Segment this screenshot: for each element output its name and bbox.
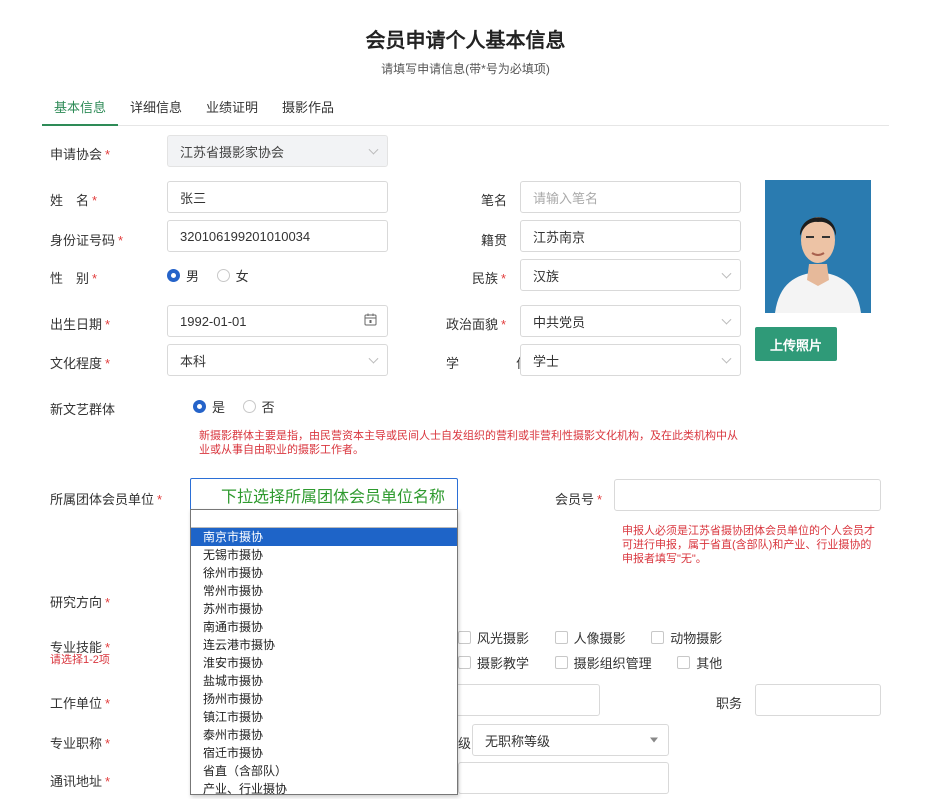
address-input[interactable]	[458, 762, 669, 794]
position-label: 职务	[716, 693, 742, 712]
title-level-label: 级	[458, 733, 471, 752]
gender-radio-group: 男 女	[167, 266, 263, 285]
tab-performance-proof[interactable]: 业绩证明	[194, 100, 270, 124]
skill-other-checkbox[interactable]	[677, 656, 690, 669]
new-art-group-yes-radio[interactable]	[193, 400, 206, 413]
dropdown-option[interactable]: 宿迁市摄协	[191, 744, 457, 762]
calendar-icon[interactable]	[364, 313, 377, 329]
skills-row-1: 风光摄影 人像摄影 动物摄影	[458, 628, 736, 647]
birth-date-label: 出生日期*	[50, 314, 110, 333]
association-select[interactable]: 江苏省摄影家协会	[167, 135, 388, 167]
dropdown-option[interactable]: 常州市摄协	[191, 582, 457, 600]
dropdown-option[interactable]: 南通市摄协	[191, 618, 457, 636]
tab-photo-works[interactable]: 摄影作品	[270, 100, 346, 124]
political-status-label: 政治面貌*	[446, 314, 506, 333]
gender-label: 性 别*	[50, 268, 97, 287]
applicant-photo	[765, 180, 871, 313]
name-input[interactable]: 张三	[167, 181, 388, 213]
dropdown-option[interactable]: 连云港市摄协	[191, 636, 457, 654]
degree-select[interactable]: 学士	[520, 344, 741, 376]
native-place-input[interactable]: 江苏南京	[520, 220, 741, 252]
new-art-group-no-radio[interactable]	[243, 400, 256, 413]
member-no-input[interactable]	[614, 479, 881, 511]
address-label: 通讯地址*	[50, 771, 110, 790]
skills-row-2: 摄影教学 摄影组织管理 其他	[458, 653, 736, 672]
dropdown-option[interactable]: 镇江市摄协	[191, 708, 457, 726]
skill-portrait-checkbox[interactable]	[555, 631, 568, 644]
chevron-down-icon	[369, 145, 379, 155]
skill-animal-checkbox[interactable]	[651, 631, 664, 644]
pen-name-input[interactable]: 请输入笔名	[520, 181, 741, 213]
member-no-label: 会员号*	[555, 489, 602, 508]
dropdown-blank-option[interactable]	[191, 510, 457, 528]
active-tab-indicator	[42, 124, 118, 126]
member-unit-label: 所属团体会员单位*	[50, 489, 162, 508]
id-number-input[interactable]: 320106199201010034	[167, 220, 388, 252]
member-no-note: 申报人必须是江苏省摄协团体会员单位的个人会员才可进行申报，属于省直(含部队)和产…	[622, 524, 880, 566]
chevron-down-icon	[722, 269, 732, 279]
birth-date-input[interactable]: 1992-01-01	[167, 305, 388, 337]
name-label: 姓 名*	[50, 190, 97, 209]
skill-teaching-checkbox[interactable]	[458, 656, 471, 669]
dropdown-option[interactable]: 苏州市摄协	[191, 600, 457, 618]
dropdown-option[interactable]: 省直（含部队）	[191, 762, 457, 780]
tab-detail-info[interactable]: 详细信息	[118, 100, 194, 124]
work-unit-label: 工作单位*	[50, 693, 110, 712]
chevron-down-icon	[722, 354, 732, 364]
upload-photo-button[interactable]: 上传照片	[755, 327, 837, 361]
pen-name-label: 笔名	[481, 190, 507, 209]
id-number-label: 身份证号码*	[50, 230, 123, 249]
dropdown-option[interactable]: 淮安市摄协	[191, 654, 457, 672]
tab-basic-info[interactable]: 基本信息	[42, 100, 118, 124]
tab-divider	[42, 125, 889, 126]
skill-org-mgmt-checkbox[interactable]	[555, 656, 568, 669]
title-label: 专业职称*	[50, 733, 110, 752]
caret-down-icon	[650, 738, 658, 743]
title-level-select[interactable]: 无职称等级	[472, 724, 669, 756]
dropdown-option[interactable]: 产业、行业摄协	[191, 780, 457, 798]
new-art-group-label: 新文艺群体	[50, 399, 115, 418]
dropdown-option[interactable]: 徐州市摄协	[191, 564, 457, 582]
dropdown-option[interactable]: 无锡市摄协	[191, 546, 457, 564]
research-label: 研究方向*	[50, 592, 110, 611]
chevron-down-icon	[369, 354, 379, 364]
ethnicity-label: 民族*	[472, 268, 506, 287]
dropdown-option[interactable]: 南京市摄协	[191, 528, 457, 546]
education-select[interactable]: 本科	[167, 344, 388, 376]
new-art-group-note: 新摄影群体主要是指，由民营资本主导或民间人士自发组织的营利或非营利性摄影文化机构…	[199, 429, 739, 457]
member-unit-dropdown-list: 南京市摄协 无锡市摄协 徐州市摄协 常州市摄协 苏州市摄协 南通市摄协 连云港市…	[190, 509, 458, 795]
association-label: 申请协会*	[50, 144, 110, 163]
dropdown-option[interactable]: 扬州市摄协	[191, 690, 457, 708]
skills-hint: 请选择1-2项	[50, 653, 110, 667]
page-subtitle: 请填写申请信息(带*号为必填项)	[0, 60, 931, 77]
position-input[interactable]	[755, 684, 881, 716]
page-title: 会员申请个人基本信息	[0, 24, 931, 53]
gender-female-radio[interactable]	[217, 269, 230, 282]
tab-bar: 基本信息 详细信息 业绩证明 摄影作品	[42, 100, 346, 124]
chevron-down-icon	[722, 315, 732, 325]
native-place-label: 籍贯	[481, 230, 507, 249]
new-art-group-radio-group: 是 否	[193, 397, 289, 416]
member-unit-select[interactable]: 下拉选择所属团体会员单位名称	[190, 478, 458, 512]
education-label: 文化程度*	[50, 353, 110, 372]
gender-male-radio[interactable]	[167, 269, 180, 282]
association-value: 江苏省摄影家协会	[180, 142, 284, 161]
dropdown-option[interactable]: 泰州市摄协	[191, 726, 457, 744]
skill-landscape-checkbox[interactable]	[458, 631, 471, 644]
dropdown-option[interactable]: 盐城市摄协	[191, 672, 457, 690]
ethnicity-select[interactable]: 汉族	[520, 259, 741, 291]
political-status-select[interactable]: 中共党员	[520, 305, 741, 337]
